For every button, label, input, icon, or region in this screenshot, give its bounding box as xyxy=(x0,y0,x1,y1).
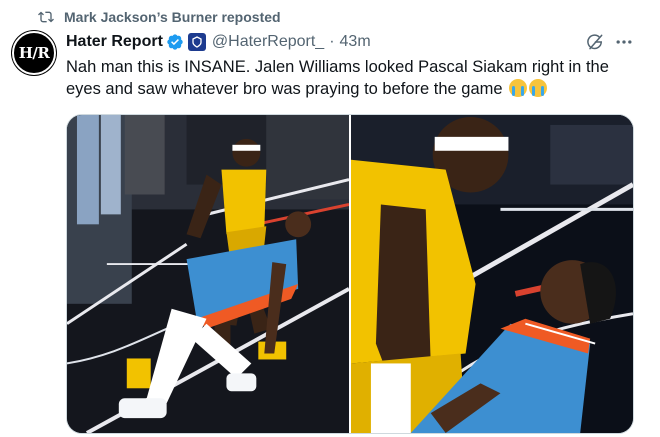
photo-closeup[interactable] xyxy=(351,115,633,433)
photo-full-court[interactable] xyxy=(67,115,349,433)
handle[interactable]: @HaterReport_ xyxy=(212,33,324,51)
avatar[interactable]: H/R xyxy=(12,31,56,75)
display-name[interactable]: Hater Report xyxy=(66,33,163,51)
repost-icon xyxy=(38,11,54,23)
more-icon[interactable] xyxy=(614,32,634,52)
photo-full-court-scene xyxy=(67,115,349,433)
tweet-header: Hater Report @HaterReport_ · 43m xyxy=(66,31,371,53)
loudly-crying-face-emoji xyxy=(509,79,528,97)
grok-icon[interactable] xyxy=(585,32,605,52)
loudly-crying-face-emoji xyxy=(529,79,548,97)
separator-dot: · xyxy=(329,33,335,50)
affiliate-badge-icon[interactable] xyxy=(187,33,206,51)
verified-badge-icon[interactable] xyxy=(166,33,184,51)
repost-header[interactable]: Mark Jackson’s Burner reposted xyxy=(38,7,281,27)
media-grid xyxy=(66,114,634,434)
tweet-body: Nah man this is INSANE. Jalen Williams l… xyxy=(66,56,626,100)
photo-closeup-scene xyxy=(351,115,633,433)
tweet-text: Nah man this is INSANE. Jalen Williams l… xyxy=(66,58,609,98)
timestamp[interactable]: 43m xyxy=(340,33,371,51)
avatar-logo: H/R xyxy=(18,44,50,62)
repost-label: Mark Jackson’s Burner reposted xyxy=(64,9,281,25)
